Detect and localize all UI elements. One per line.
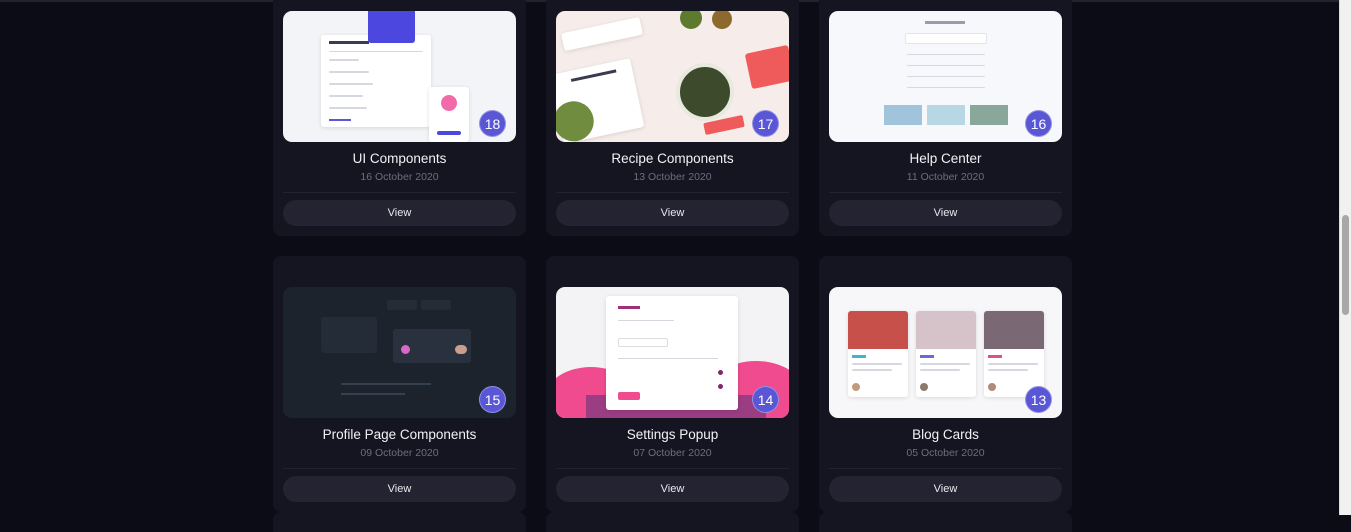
- thumbnail-art: [321, 35, 431, 127]
- view-button[interactable]: View: [283, 476, 516, 502]
- view-button[interactable]: View: [556, 476, 789, 502]
- project-card-partial: [273, 512, 526, 532]
- project-card-partial: [819, 512, 1072, 532]
- card-title: Profile Page Components: [322, 427, 477, 442]
- card-thumbnail: 15: [283, 287, 516, 418]
- view-button[interactable]: View: [829, 476, 1062, 502]
- view-button[interactable]: View: [556, 200, 789, 226]
- card-divider: [556, 468, 789, 469]
- card-date: 09 October 2020: [360, 447, 439, 459]
- card-date: 13 October 2020: [633, 171, 712, 183]
- component-count-badge: 18: [479, 110, 506, 137]
- card-date: 07 October 2020: [633, 447, 712, 459]
- project-card-partial: [546, 512, 799, 532]
- card-thumbnail: 17: [556, 11, 789, 142]
- project-card[interactable]: 17 Recipe Components 13 October 2020 Vie…: [546, 0, 799, 236]
- card-divider: [829, 192, 1062, 193]
- view-button[interactable]: View: [283, 200, 516, 226]
- project-card[interactable]: 18 UI Components 16 October 2020 View: [273, 0, 526, 236]
- project-card[interactable]: 16 Help Center 11 October 2020 View: [819, 0, 1072, 236]
- card-thumbnail: 14: [556, 287, 789, 418]
- card-date: 11 October 2020: [906, 171, 985, 183]
- scrollbar-thumb[interactable]: [1342, 215, 1349, 315]
- card-title: Settings Popup: [626, 427, 719, 442]
- card-divider: [283, 468, 516, 469]
- card-thumbnail: 18: [283, 11, 516, 142]
- card-thumbnail: 13: [829, 287, 1062, 418]
- scrollbar[interactable]: [1339, 0, 1351, 515]
- component-count-badge: 13: [1025, 386, 1052, 413]
- thumbnail-art: [561, 16, 643, 52]
- view-button[interactable]: View: [829, 200, 1062, 226]
- project-card[interactable]: 13 Blog Cards 05 October 2020 View: [819, 256, 1072, 512]
- card-title: Help Center: [909, 151, 982, 166]
- thumbnail-art: [321, 317, 377, 353]
- card-divider: [556, 192, 789, 193]
- card-thumbnail: 16: [829, 11, 1062, 142]
- card-date: 05 October 2020: [906, 447, 985, 459]
- thumbnail-art: [848, 311, 908, 397]
- card-title: UI Components: [352, 151, 447, 166]
- project-card[interactable]: 15 Profile Page Components 09 October 20…: [273, 256, 526, 512]
- component-count-badge: 15: [479, 386, 506, 413]
- card-divider: [283, 192, 516, 193]
- card-title: Blog Cards: [912, 427, 979, 442]
- component-count-badge: 14: [752, 386, 779, 413]
- project-card[interactable]: 14 Settings Popup 07 October 2020 View: [546, 256, 799, 512]
- card-date: 16 October 2020: [360, 171, 439, 183]
- component-count-badge: 16: [1025, 110, 1052, 137]
- card-title: Recipe Components: [611, 151, 734, 166]
- thumbnail-art: [925, 21, 965, 24]
- card-divider: [829, 468, 1062, 469]
- component-count-badge: 17: [752, 110, 779, 137]
